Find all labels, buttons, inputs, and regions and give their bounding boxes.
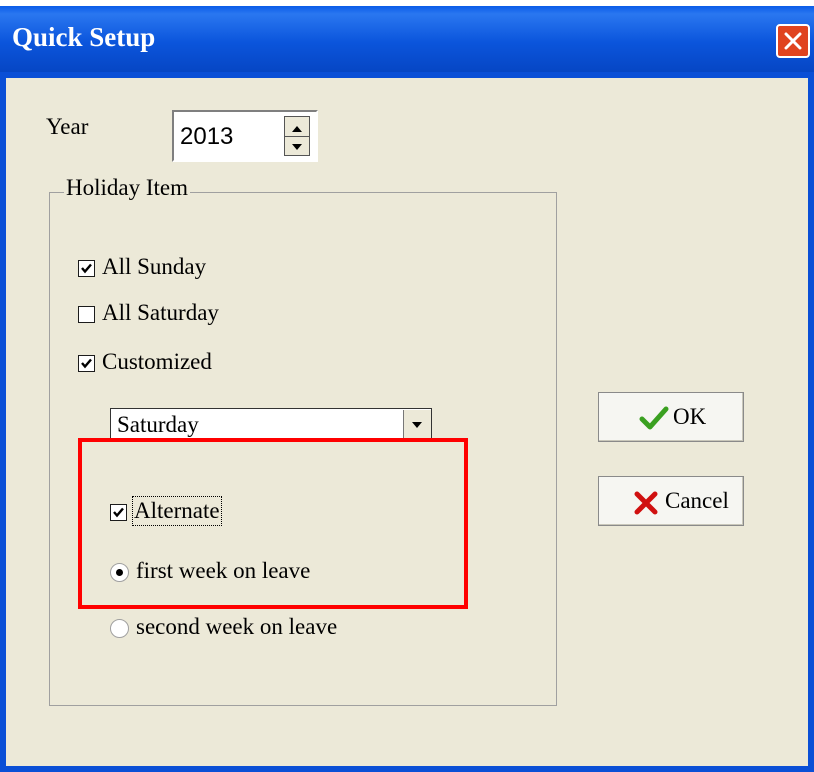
day-select-value: Saturday	[117, 412, 199, 437]
spin-down-button[interactable]	[285, 136, 309, 155]
all-sunday-checkbox[interactable]	[78, 260, 95, 277]
year-spinner[interactable]	[284, 116, 310, 156]
radio-selected-dot	[116, 569, 123, 576]
cancel-button-label: Cancel	[665, 488, 729, 513]
checkmark-icon	[81, 263, 92, 274]
year-label: Year	[46, 114, 89, 139]
arrow-down-icon	[292, 144, 302, 150]
holiday-item-legend: Holiday Item	[64, 175, 190, 201]
all-sunday-label[interactable]: All Sunday	[102, 254, 206, 280]
close-button[interactable]	[776, 24, 810, 58]
cancel-button[interactable]: Cancel	[598, 476, 744, 526]
year-input[interactable]: 2013	[180, 123, 233, 151]
close-icon	[784, 32, 802, 50]
ok-button-label: OK	[673, 404, 707, 429]
alternate-checkbox[interactable]	[110, 504, 127, 521]
first-week-label[interactable]: first week on leave	[136, 558, 310, 584]
year-spinbox[interactable]: 2013	[172, 110, 318, 162]
checkmark-icon	[639, 406, 669, 430]
customized-checkbox[interactable]	[78, 355, 95, 372]
spin-up-button[interactable]	[285, 117, 309, 137]
window-title: Quick Setup	[12, 22, 156, 52]
checkmark-icon	[113, 507, 124, 518]
all-saturday-checkbox[interactable]	[78, 306, 95, 323]
dialog-body: Year 2013 Holiday Item All Sunday All Sa…	[6, 78, 808, 766]
day-select-dropdown-button[interactable]	[403, 410, 431, 440]
all-saturday-label[interactable]: All Saturday	[102, 300, 219, 326]
quick-setup-dialog: Quick Setup Year 2013 Holiday Item All S…	[0, 6, 814, 772]
x-icon	[634, 491, 658, 515]
first-week-radio[interactable]	[110, 563, 129, 582]
ok-button[interactable]: OK	[598, 392, 744, 442]
alternate-label[interactable]: Alternate	[132, 496, 222, 526]
checkmark-icon	[81, 358, 92, 369]
second-week-label[interactable]: second week on leave	[136, 614, 337, 640]
chevron-down-icon	[412, 422, 422, 428]
day-select[interactable]: Saturday	[110, 408, 432, 442]
customized-label[interactable]: Customized	[102, 349, 212, 375]
title-bar[interactable]: Quick Setup	[0, 6, 814, 72]
second-week-radio[interactable]	[110, 619, 129, 638]
